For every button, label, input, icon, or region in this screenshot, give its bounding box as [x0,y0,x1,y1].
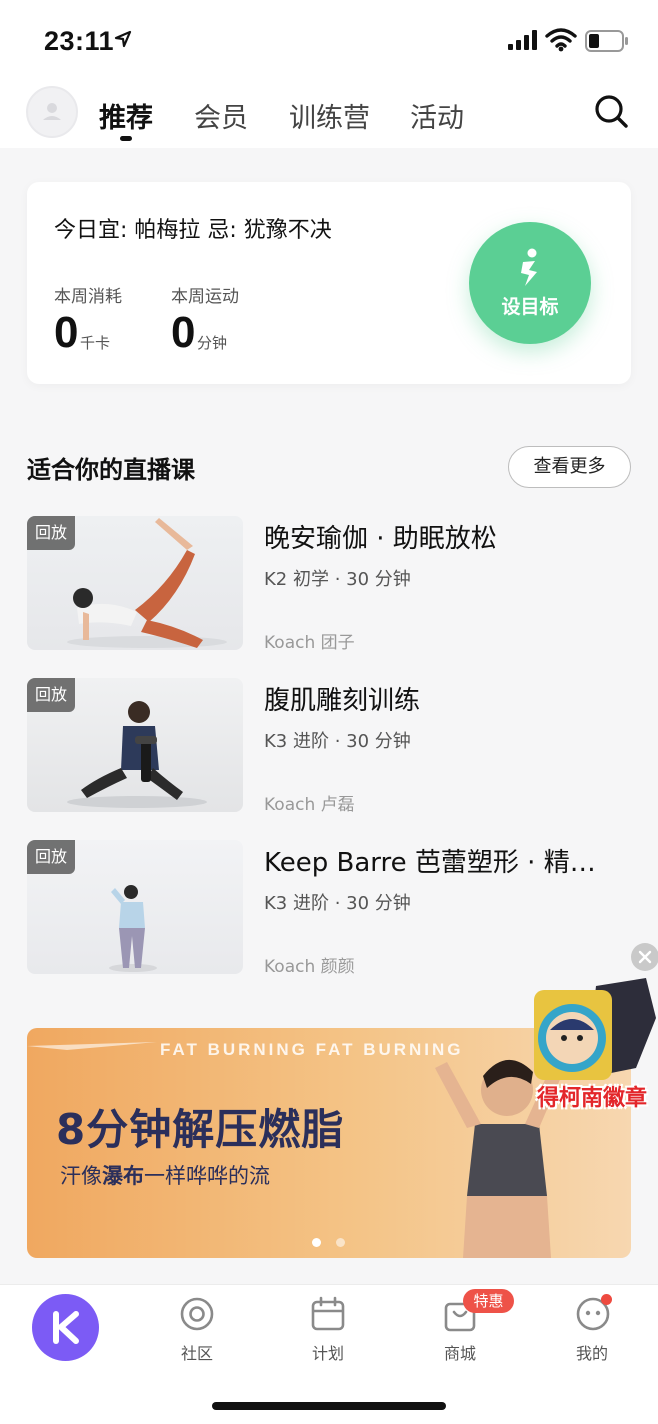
course-coach: Koach 团子 [264,633,355,653]
set-goal-label: 设目标 [501,296,559,318]
home-k-button[interactable] [32,1294,99,1361]
person-icon [43,103,61,120]
wifi-icon [545,28,577,52]
running-figure-icon [521,248,537,286]
replay-badge: 回放 [27,516,75,550]
banner-subtitle-bold: 瀑布 [102,1164,144,1188]
location-arrow-icon [114,30,132,48]
community-icon[interactable] [179,1296,215,1332]
floating-ad-text: 得柯南徽章 [536,1086,647,1111]
tab-membership[interactable]: 会员 [194,96,248,135]
weekly-calories-label: 本周消耗 [54,287,122,307]
tab-recommend[interactable]: 推荐 [99,96,153,135]
replay-badge: 回放 [27,678,75,712]
battery-icon [585,30,628,52]
course-coach: Koach 卢磊 [264,795,355,815]
tab-training-camp[interactable]: 训练营 [289,96,370,135]
course-meta: K2 初学 · 30 分钟 [264,569,411,590]
carousel-dot[interactable] [336,1238,345,1247]
course-thumbnail-yoga[interactable]: 回放 [27,516,243,650]
live-courses-title: 适合你的直播课 [27,456,195,484]
weekly-calories-unit: 千卡 [80,334,111,352]
tab-plan-label[interactable]: 计划 [298,1340,358,1364]
tab-store-label[interactable]: 商城 [430,1340,490,1364]
course-meta: K3 进阶 · 30 分钟 [264,731,411,752]
notification-dot [601,1294,612,1305]
course-thumbnail-barre[interactable]: 回放 [27,840,243,974]
weekly-exercise-unit: 分钟 [197,334,228,352]
course-meta: K3 进阶 · 30 分钟 [264,893,411,914]
banner-subtitle-prefix: 汗像 [60,1164,102,1188]
tab-mine-label[interactable]: 我的 [562,1340,622,1364]
banner-subtitle: 汗像瀑布一样哗哗的流 [60,1160,270,1190]
course-title[interactable]: Keep Barre 芭蕾塑形 · 精… [264,842,596,879]
weekly-calories-value: 0 [54,308,79,357]
banner-tagline: FAT BURNING FAT BURNING [160,1040,464,1059]
replay-badge: 回放 [27,840,75,874]
tab-community-label[interactable]: 社区 [167,1340,227,1364]
calendar-icon[interactable] [311,1296,345,1332]
tab-activities[interactable]: 活动 [410,96,464,135]
view-more-button[interactable]: 查看更多 [508,446,631,488]
daily-fortune: 今日宜: 帕梅拉 忌: 犹豫不决 [54,218,332,243]
special-offer-badge: 特惠 [463,1289,514,1313]
weekly-exercise-label: 本周运动 [171,287,239,307]
close-icon [638,950,652,964]
course-coach: Koach 颜颜 [264,957,355,977]
user-avatar[interactable] [26,86,78,138]
carousel-dot-active[interactable] [312,1238,321,1247]
status-time: 23:11 [44,26,115,56]
active-tab-indicator [120,136,132,141]
search-icon[interactable] [594,94,630,130]
course-thumbnail-abs[interactable]: 回放 [27,678,243,812]
cellular-signal-icon [508,30,537,50]
course-title[interactable]: 晚安瑜伽 · 助眠放松 [264,518,497,555]
keep-logo-icon [53,1311,79,1344]
banner-headline: 8分钟解压燃脂 [56,1105,345,1154]
banner-subtitle-suffix: 一样哗哗的流 [144,1164,270,1188]
weekly-exercise-value: 0 [171,308,196,357]
course-title[interactable]: 腹肌雕刻训练 [264,680,420,717]
home-indicator[interactable] [212,1402,446,1410]
close-ad-button[interactable] [631,943,658,971]
